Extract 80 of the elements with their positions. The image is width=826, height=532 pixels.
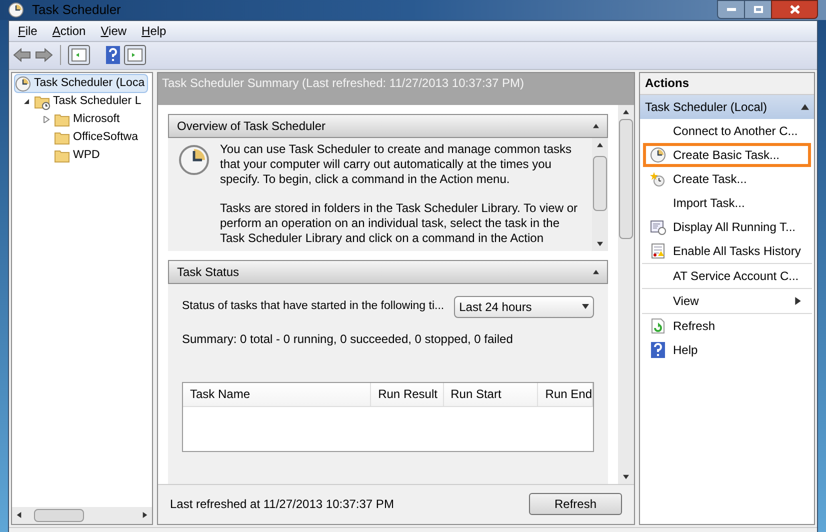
- folder-icon: [54, 148, 70, 164]
- section-header[interactable]: Overview of Task Scheduler: [168, 114, 608, 138]
- command-row[interactable]: Display All Running T...: [643, 214, 811, 238]
- collapse-icon[interactable]: [593, 122, 599, 128]
- scroll-thumb[interactable]: [593, 156, 607, 210]
- actions-group-header[interactable]: Task Scheduler (Local): [640, 94, 814, 118]
- folder-icon: [54, 112, 70, 128]
- window-title: Task Scheduler: [32, 1, 121, 19]
- command-row[interactable]: Help: [643, 338, 811, 362]
- tree-item[interactable]: Microsoft: [53, 110, 123, 130]
- help-icon[interactable]: [106, 46, 120, 64]
- clock-icon: [650, 146, 666, 162]
- close-icon: [790, 5, 800, 14]
- scroll-up-icon[interactable]: [623, 108, 629, 114]
- command-row[interactable]: Refresh: [643, 314, 811, 338]
- notepad-warning-icon: [650, 242, 666, 258]
- command-row[interactable]: Create Basic Task...: [643, 142, 811, 166]
- menu-item[interactable]: View: [100, 22, 127, 40]
- command-row[interactable]: AT Service Account C...: [643, 264, 811, 288]
- tree-item[interactable]: Task Scheduler L: [33, 92, 144, 112]
- horizontal-scrollbar[interactable]: [12, 506, 152, 524]
- scroll-down-icon[interactable]: [623, 474, 629, 480]
- scroll-left-icon[interactable]: [16, 512, 22, 518]
- command-row[interactable]: Connect to Another C...: [643, 118, 811, 142]
- maximize-button[interactable]: [745, 0, 771, 19]
- submenu-arrow-icon[interactable]: [794, 296, 802, 304]
- dropdown-caret-icon[interactable]: [582, 303, 589, 310]
- command-row[interactable]: View: [643, 288, 811, 312]
- refresh-icon: [650, 318, 666, 334]
- section-title: Task Status: [177, 264, 240, 280]
- overview-text: You can use Task Scheduler to create and manage common tasks that your computer will carry out automatically at the times you specify. To begin, click a command in the Action menu.: [220, 142, 573, 186]
- app-icon: [8, 2, 24, 18]
- scroll-thumb[interactable]: [619, 118, 633, 238]
- collapse-icon[interactable]: [801, 102, 809, 110]
- vertical-scrollbar[interactable]: [592, 138, 608, 250]
- scroll-thumb[interactable]: [34, 508, 84, 522]
- help-icon: [650, 342, 664, 358]
- filter-label: Status of tasks that have started in the following ti...: [182, 298, 444, 314]
- window-clock-icon: [650, 218, 666, 234]
- minimize-button[interactable]: [717, 0, 745, 19]
- column-header[interactable]: Task Name: [183, 382, 372, 406]
- forward-arrow-icon[interactable]: [35, 48, 53, 62]
- folder-clock-icon: [34, 94, 50, 110]
- summary-header: Task Scheduler Summary (Last refreshed: 11/27/2013 10:37:37 PM): [158, 72, 634, 104]
- column-header[interactable]: Run Start: [444, 382, 538, 406]
- command-row[interactable]: Create Task...: [643, 166, 811, 190]
- section-header[interactable]: Task Status: [168, 260, 608, 284]
- maximize-icon: [754, 6, 762, 13]
- command-row[interactable]: Import Task...: [643, 190, 811, 214]
- tree-item[interactable]: WPD: [53, 146, 103, 166]
- menu-item[interactable]: Action: [52, 22, 86, 40]
- panel-toggle-icon[interactable]: [68, 45, 90, 65]
- vertical-scrollbar[interactable]: [618, 104, 634, 484]
- command-row[interactable]: Enable All Tasks History: [643, 238, 811, 262]
- clock-star-icon: [650, 170, 666, 186]
- scroll-up-icon[interactable]: [597, 142, 603, 148]
- column-header[interactable]: Run Result: [371, 382, 444, 406]
- panel-toggle-icon[interactable]: [124, 45, 146, 65]
- section-title: Overview of Task Scheduler: [177, 118, 326, 134]
- time-range-dropdown[interactable]: Last 24 hours: [454, 296, 594, 318]
- tree-item[interactable]: Task Scheduler (Loca: [14, 74, 148, 94]
- task-summary: Summary: 0 total - 0 running, 0 succeeded, 0 stopped, 0 failed: [182, 330, 514, 348]
- clock-icon: [178, 144, 210, 176]
- overview-text: Tasks are stored in folders in the Task Scheduler Library. To view or perform an operation on an individual task, select the task in the Task Scheduler Library and click on a command in the Action: [220, 200, 579, 246]
- scroll-down-icon[interactable]: [597, 240, 603, 246]
- collapse-icon[interactable]: [593, 268, 599, 274]
- tree-item[interactable]: OfficeSoftwa: [53, 128, 141, 148]
- folder-icon: [54, 130, 70, 146]
- expander-icon[interactable]: [23, 98, 30, 105]
- clock-icon: [15, 76, 31, 92]
- refresh-button[interactable]: Refresh: [529, 493, 622, 515]
- actions-title: Actions: [640, 72, 814, 94]
- menu-item[interactable]: Help: [142, 22, 166, 40]
- back-arrow-icon[interactable]: [13, 48, 31, 62]
- last-refreshed-text: Last refreshed at 11/27/2013 10:37:37 PM: [170, 496, 394, 513]
- minimize-icon: [726, 8, 736, 11]
- menu-item[interactable]: File: [18, 22, 38, 40]
- close-button[interactable]: [771, 0, 818, 19]
- scroll-right-icon[interactable]: [142, 512, 148, 518]
- column-header[interactable]: Run End: [538, 382, 593, 406]
